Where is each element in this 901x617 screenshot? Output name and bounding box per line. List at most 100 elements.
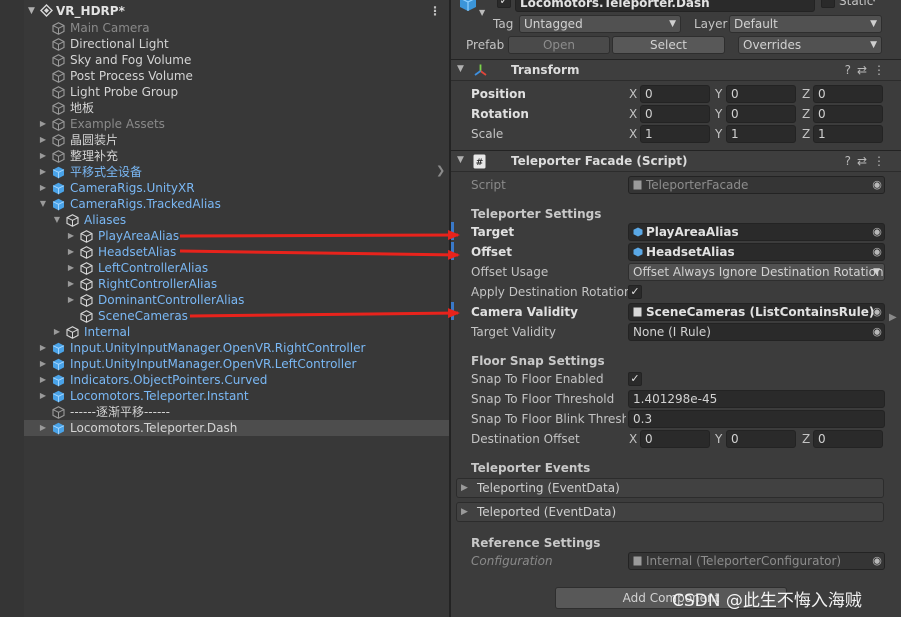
chevron-right-icon[interactable]: ▶: [38, 372, 48, 388]
apply-rotation-checkbox[interactable]: ✓: [628, 285, 642, 299]
dest-offset-y-field[interactable]: 0: [726, 430, 796, 448]
static-dropdown-icon[interactable]: ▼: [871, 0, 877, 3]
object-picker-icon[interactable]: ◉: [870, 245, 884, 259]
hierarchy-item[interactable]: SceneCameras: [24, 308, 449, 324]
help-icon[interactable]: ?: [845, 63, 857, 77]
chevron-right-icon[interactable]: ▶: [38, 420, 48, 436]
hierarchy-item[interactable]: ▶ 晶圆装片: [24, 132, 449, 148]
chevron-right-icon[interactable]: ▶: [66, 244, 76, 260]
object-picker-icon[interactable]: ◉: [870, 554, 884, 568]
chevron-right-icon[interactable]: ▶: [38, 148, 48, 164]
snap-threshold-field[interactable]: 1.401298e-45: [628, 390, 885, 408]
hierarchy-item[interactable]: Sky and Fog Volume: [24, 52, 449, 68]
chevron-right-icon[interactable]: ▶: [38, 340, 48, 356]
hierarchy-item[interactable]: ▶ CameraRigs.UnityXR: [24, 180, 449, 196]
object-picker-icon[interactable]: ◉: [870, 178, 884, 192]
chevron-right-icon[interactable]: ▶: [66, 276, 76, 292]
chevron-right-icon[interactable]: ▶: [889, 312, 897, 323]
chevron-right-icon[interactable]: ▶: [52, 324, 62, 340]
active-checkbox[interactable]: ✓: [497, 0, 511, 8]
hierarchy-item[interactable]: ▶ Internal: [24, 324, 449, 340]
presets-icon[interactable]: ⇄: [857, 63, 873, 77]
hierarchy-item[interactable]: ▶ Input.UnityInputManager.OpenVR.RightCon…: [24, 340, 449, 356]
teleporter-facade-header[interactable]: ▼ # Teleporter Facade (Script) ?⇄⋮: [451, 150, 901, 172]
help-icon[interactable]: ?: [845, 154, 857, 168]
hierarchy-item[interactable]: ▶ Locomotors.Teleporter.Dash: [24, 420, 449, 436]
hierarchy-item[interactable]: Directional Light: [24, 36, 449, 52]
chevron-down-icon[interactable]: ▼: [457, 155, 464, 165]
chevron-right-icon[interactable]: ▶: [38, 388, 48, 404]
prefab-open-button[interactable]: Open: [508, 36, 610, 54]
chevron-right-icon[interactable]: ▶: [66, 260, 76, 276]
object-name-field[interactable]: Locomotors.Teleporter.Dash: [515, 0, 815, 12]
hierarchy-item[interactable]: ▶ Indicators.ObjectPointers.Curved: [24, 372, 449, 388]
snap-enabled-checkbox[interactable]: ✓: [628, 372, 642, 386]
prefab-overrides-dropdown[interactable]: Overrides ▼: [738, 36, 882, 54]
chevron-right-icon[interactable]: ▶: [38, 132, 48, 148]
presets-icon[interactable]: ⇄: [857, 154, 873, 168]
chevron-down-icon[interactable]: ▼: [28, 3, 35, 19]
prefab-select-button[interactable]: Select: [612, 36, 725, 54]
configuration-field: Internal (TeleporterConfigurator) ◉: [628, 552, 885, 570]
hierarchy-item[interactable]: ▶ Input.UnityInputManager.OpenVR.LeftCont…: [24, 356, 449, 372]
scale-z-field[interactable]: 1: [813, 125, 883, 143]
rotation-y-field[interactable]: 0: [726, 105, 796, 123]
chevron-right-icon[interactable]: ❯: [436, 164, 445, 177]
teleporting-event-foldout[interactable]: ▶ Teleporting (EventData): [456, 478, 884, 498]
dest-offset-x-field[interactable]: 0: [640, 430, 710, 448]
position-z-field[interactable]: 0: [813, 85, 883, 103]
object-picker-icon[interactable]: ◉: [870, 305, 884, 319]
hierarchy-item[interactable]: ▶ DominantControllerAlias: [24, 292, 449, 308]
hierarchy-item[interactable]: Main Camera: [24, 20, 449, 36]
object-picker-icon[interactable]: ◉: [870, 225, 884, 239]
transform-header[interactable]: ▼ Transform ?⇄⋮: [451, 59, 901, 81]
hierarchy-item[interactable]: Light Probe Group: [24, 84, 449, 100]
rotation-x-field[interactable]: 0: [640, 105, 710, 123]
target-validity-field[interactable]: None (I Rule) ◉: [628, 323, 885, 341]
camera-validity-field[interactable]: SceneCameras (ListContainsRule) ◉: [628, 303, 885, 321]
chevron-right-icon[interactable]: ▶: [38, 164, 48, 180]
chevron-right-icon[interactable]: ▶: [38, 356, 48, 372]
hierarchy-item[interactable]: Post Process Volume: [24, 68, 449, 84]
hierarchy-item[interactable]: ▶ PlayAreaAlias: [24, 228, 449, 244]
hierarchy-item[interactable]: ▼ CameraRigs.TrackedAlias: [24, 196, 449, 212]
object-picker-icon[interactable]: ◉: [870, 325, 884, 339]
hierarchy-item[interactable]: ------逐渐平移------: [24, 404, 449, 420]
chevron-down-icon[interactable]: ▼: [479, 8, 485, 17]
tag-dropdown[interactable]: Untagged ▼: [519, 15, 681, 33]
position-y-field[interactable]: 0: [726, 85, 796, 103]
hierarchy-item[interactable]: ▶ 整理补充: [24, 148, 449, 164]
prefab-cube-icon: [52, 390, 65, 403]
chevron-down-icon[interactable]: ▼: [52, 212, 62, 228]
hierarchy-item[interactable]: ▶ 平移式全设备: [24, 164, 449, 180]
hierarchy-item[interactable]: 地板: [24, 100, 449, 116]
hierarchy-item[interactable]: ▶ Locomotors.Teleporter.Instant: [24, 388, 449, 404]
target-field[interactable]: PlayAreaAlias ◉: [628, 223, 885, 241]
hierarchy-item[interactable]: ▼ Aliases: [24, 212, 449, 228]
chevron-right-icon[interactable]: ▶: [38, 116, 48, 132]
chevron-down-icon[interactable]: ▼: [457, 64, 464, 74]
layer-dropdown[interactable]: Default ▼: [729, 15, 882, 33]
chevron-right-icon[interactable]: ▶: [38, 180, 48, 196]
chevron-right-icon[interactable]: ▶: [66, 228, 76, 244]
kebab-menu-icon[interactable]: ⋮: [429, 3, 441, 19]
hierarchy-item[interactable]: ▶ LeftControllerAlias: [24, 260, 449, 276]
scale-x-field[interactable]: 1: [640, 125, 710, 143]
offset-field[interactable]: HeadsetAlias ◉: [628, 243, 885, 261]
kebab-menu-icon[interactable]: ⋮: [873, 154, 891, 168]
hierarchy-item[interactable]: ▶ RightControllerAlias: [24, 276, 449, 292]
static-checkbox[interactable]: [821, 0, 835, 8]
kebab-menu-icon[interactable]: ⋮: [873, 63, 891, 77]
dest-offset-z-field[interactable]: 0: [813, 430, 883, 448]
chevron-right-icon[interactable]: ▶: [66, 292, 76, 308]
position-x-field[interactable]: 0: [640, 85, 710, 103]
scene-header-row[interactable]: ▼ VR_HDRP* ⋮: [24, 3, 449, 19]
chevron-down-icon[interactable]: ▼: [38, 196, 48, 212]
teleported-event-foldout[interactable]: ▶ Teleported (EventData): [456, 502, 884, 522]
rotation-z-field[interactable]: 0: [813, 105, 883, 123]
offset-usage-dropdown[interactable]: Offset Always Ignore Destination Rotatio…: [628, 263, 885, 281]
hierarchy-item[interactable]: ▶ HeadsetAlias: [24, 244, 449, 260]
scale-y-field[interactable]: 1: [726, 125, 796, 143]
snap-blink-field[interactable]: 0.3: [628, 410, 885, 428]
hierarchy-item[interactable]: ▶ Example Assets: [24, 116, 449, 132]
